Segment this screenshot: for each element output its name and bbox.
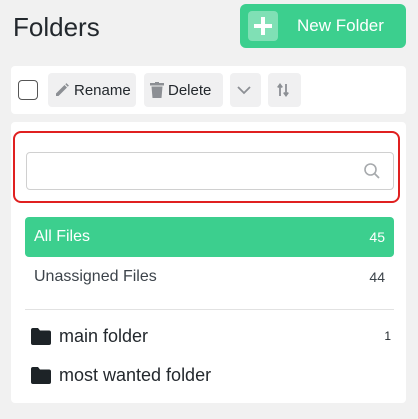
new-folder-button[interactable]: New Folder xyxy=(240,4,406,48)
divider xyxy=(25,309,394,310)
folder-icon xyxy=(31,366,51,384)
filter-all-files[interactable]: All Files 45 xyxy=(25,217,394,257)
search-icon xyxy=(364,163,380,179)
chevron-down-icon xyxy=(236,86,251,95)
folder-count: 1 xyxy=(384,329,391,343)
sort-icon xyxy=(276,82,289,98)
filter-label: Unassigned Files xyxy=(34,268,157,285)
trash-icon xyxy=(150,82,164,98)
filter-label: All Files xyxy=(34,228,91,245)
rename-button[interactable]: Rename xyxy=(48,73,136,107)
new-folder-label: New Folder xyxy=(297,16,384,35)
sort-button[interactable] xyxy=(268,73,301,107)
folder-name: main folder xyxy=(59,325,149,346)
plus-icon xyxy=(248,11,278,41)
delete-button[interactable]: Delete xyxy=(144,73,223,107)
rename-label: Rename xyxy=(74,81,131,99)
folder-item-main-folder[interactable]: main folder 1 xyxy=(31,321,391,351)
filter-unassigned-files[interactable]: Unassigned Files 44 xyxy=(25,257,394,297)
folder-icon xyxy=(31,327,51,345)
select-all-checkbox[interactable] xyxy=(18,80,38,100)
page-title: Folders xyxy=(13,12,100,42)
search-input[interactable] xyxy=(26,152,394,190)
delete-label: Delete xyxy=(168,81,212,99)
folder-item-most-wanted-folder[interactable]: most wanted folder xyxy=(31,360,391,390)
collapse-button[interactable] xyxy=(230,73,261,107)
folder-name: most wanted folder xyxy=(59,364,212,385)
folder-toolbar: Rename Delete xyxy=(11,66,406,114)
filter-count: 44 xyxy=(369,269,385,285)
filter-count: 45 xyxy=(369,229,385,245)
pencil-icon xyxy=(56,83,69,96)
